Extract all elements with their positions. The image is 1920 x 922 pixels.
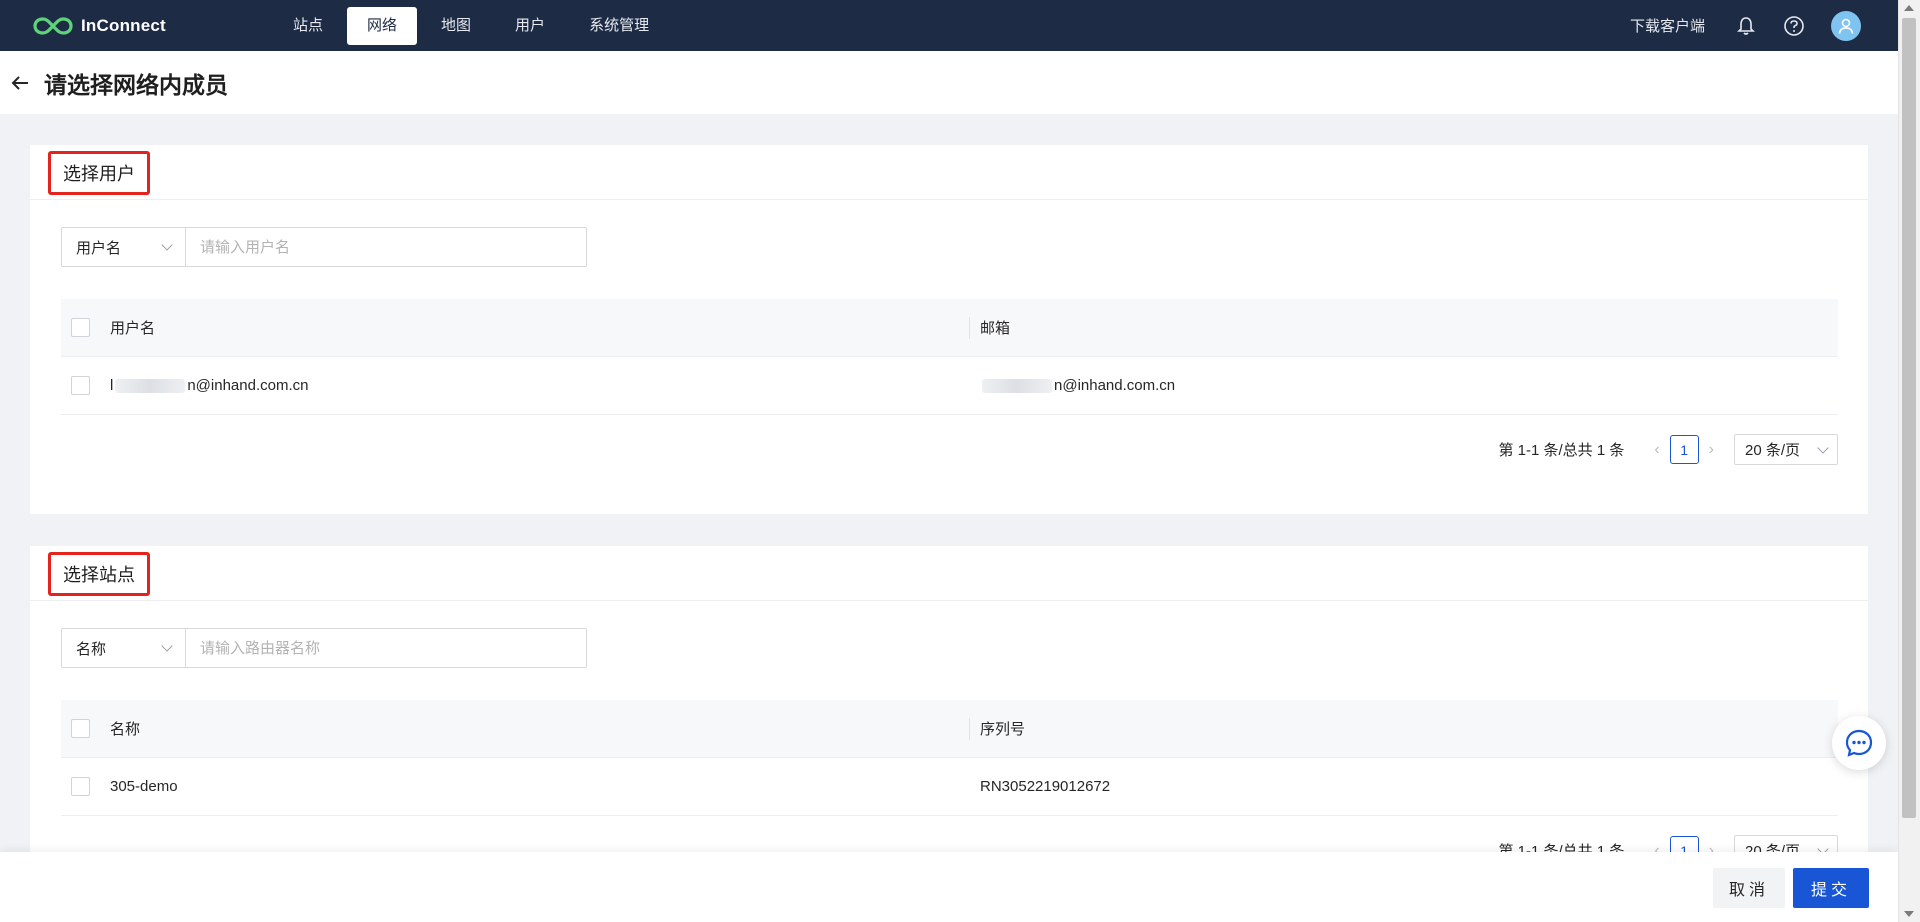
submit-button[interactable]: 提交 — [1793, 868, 1869, 908]
page-title: 请选择网络内成员 — [44, 71, 228, 98]
page-number-button[interactable]: 1 — [1669, 435, 1699, 464]
user-filter-value: 用户名 — [76, 239, 122, 257]
nav-networks[interactable]: 网络 — [347, 6, 418, 45]
download-client-link[interactable]: 下载客户端 — [1630, 15, 1705, 36]
page-size-value: 20 条/页 — [1745, 442, 1801, 459]
site-filter-value: 名称 — [76, 640, 107, 658]
nav-users[interactable]: 用户 — [495, 7, 565, 45]
chevron-down-icon — [161, 239, 173, 251]
inconnect-logo-icon — [33, 16, 73, 35]
site-search-group: 名称 — [61, 628, 587, 668]
select-sites-title: 选择站点 — [48, 552, 150, 596]
card-header: 选择用户 — [30, 145, 1868, 200]
table-header: 用户名 邮箱 — [61, 299, 1838, 357]
username-cell: l n@inhand.com.cn — [110, 377, 969, 394]
column-header-username: 用户名 — [110, 320, 156, 337]
user-search-input[interactable] — [186, 228, 586, 266]
site-search-input[interactable] — [186, 629, 586, 667]
column-header-name: 名称 — [110, 721, 141, 738]
nav-map[interactable]: 地图 — [421, 7, 491, 45]
page-scrollbar[interactable] — [1898, 0, 1920, 922]
nav-sites[interactable]: 站点 — [273, 7, 343, 45]
column-header-serial: 序列号 — [980, 721, 1026, 738]
scroll-down-icon[interactable] — [1904, 911, 1914, 917]
email-cell: n@inhand.com.cn — [969, 377, 1175, 394]
scroll-up-icon[interactable] — [1904, 5, 1914, 11]
nav-system-management[interactable]: 系统管理 — [569, 7, 669, 45]
chat-support-button[interactable] — [1832, 716, 1886, 770]
row-checkbox[interactable] — [71, 777, 90, 796]
brand-logo[interactable]: InConnect — [33, 16, 273, 36]
select-all-users-checkbox[interactable] — [71, 318, 90, 337]
table-row[interactable]: l n@inhand.com.cn n@inhand.com.cn — [61, 357, 1838, 415]
page-size-select[interactable]: 20 条/页 — [1734, 434, 1838, 465]
bell-icon[interactable] — [1735, 15, 1757, 37]
chevron-down-icon — [161, 640, 173, 652]
page-header: 请选择网络内成员 — [0, 51, 1898, 114]
prev-page-icon[interactable]: ‹ — [1654, 441, 1659, 459]
table-header: 名称 序列号 — [61, 700, 1838, 758]
redacted-mask — [115, 379, 186, 394]
main-nav: 站点 网络 地图 用户 系统管理 — [273, 0, 673, 51]
back-arrow-icon[interactable] — [8, 71, 32, 95]
username-prefix: l — [110, 377, 114, 394]
user-search-group: 用户名 — [61, 227, 587, 267]
email-suffix: n@inhand.com.cn — [1054, 377, 1176, 394]
cancel-button[interactable]: 取消 — [1713, 868, 1785, 908]
user-filter-select[interactable]: 用户名 — [62, 228, 186, 266]
card-header: 选择站点 — [30, 546, 1868, 601]
select-users-title: 选择用户 — [48, 151, 150, 195]
help-icon[interactable] — [1783, 15, 1805, 37]
serial-number-cell: RN3052219012672 — [980, 778, 1111, 795]
users-pagination: 第 1-1 条/总共 1 条 ‹ 1 › 20 条/页 — [1498, 434, 1838, 465]
chat-bubble-icon — [1845, 729, 1873, 757]
select-all-sites-checkbox[interactable] — [71, 719, 90, 738]
scrollbar-thumb[interactable] — [1902, 18, 1916, 818]
site-filter-select[interactable]: 名称 — [62, 629, 186, 667]
users-table: 用户名 邮箱 l n@inhand.com.cn n@inhand.com.cn — [61, 299, 1838, 415]
top-right-actions: 下载客户端 — [1630, 0, 1898, 51]
chevron-down-icon — [1817, 441, 1829, 454]
table-row[interactable]: 305-demo RN3052219012672 — [61, 758, 1838, 816]
column-divider — [969, 317, 970, 339]
select-users-card: 选择用户 用户名 用户名 邮箱 l n@inhand.com.cn n@inhan… — [30, 145, 1868, 514]
pagination-total: 第 1-1 条/总共 1 条 — [1498, 442, 1625, 459]
redacted-mask — [982, 379, 1052, 394]
site-name-cell: 305-demo — [110, 778, 178, 795]
column-divider — [969, 718, 970, 740]
brand-name: InConnect — [81, 15, 166, 35]
top-nav-bar: InConnect 站点 网络 地图 用户 系统管理 下载客户端 — [0, 0, 1898, 51]
user-avatar-icon[interactable] — [1831, 10, 1861, 41]
username-suffix: n@inhand.com.cn — [187, 377, 309, 394]
sites-table: 名称 序列号 305-demo RN3052219012672 — [61, 700, 1838, 816]
footer-action-bar: 取消 提交 — [0, 852, 1898, 922]
column-header-email: 邮箱 — [980, 320, 1011, 337]
row-checkbox[interactable] — [71, 376, 90, 395]
next-page-icon[interactable]: › — [1709, 441, 1714, 459]
select-sites-card: 选择站点 名称 名称 序列号 305-demo RN3052219012672 … — [30, 546, 1868, 866]
